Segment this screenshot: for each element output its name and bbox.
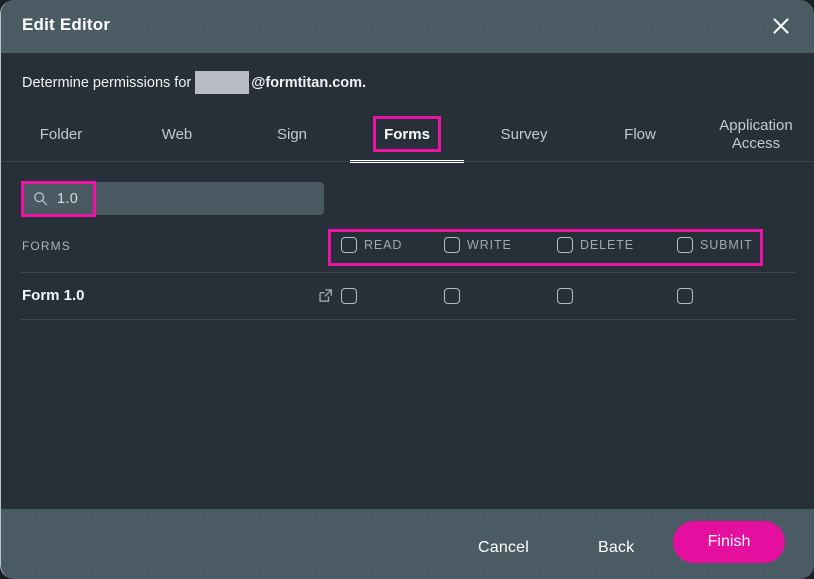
tab-web[interactable]: Web [123,108,231,161]
close-icon[interactable] [767,12,795,40]
permissions-subtitle: Determine permissions for @formtitan.com… [22,71,366,94]
column-header-delete[interactable]: DELETE [557,237,634,253]
tab-forms[interactable]: Forms [353,108,461,161]
divider-below-row [21,319,795,320]
section-label-forms: FORMS [22,239,71,253]
column-header-write-label: WRITE [467,238,512,252]
tab-flow-label: Flow [624,125,656,143]
tab-survey[interactable]: Survey [470,108,578,161]
cancel-button[interactable]: Cancel [478,539,529,557]
tab-folder-label: Folder [39,125,83,143]
search-input[interactable]: 1.0 [21,182,324,215]
back-button[interactable]: Back [598,539,634,557]
checkbox-column-write[interactable] [444,237,460,253]
edit-editor-dialog: Edit Editor Determine permissions for @f… [0,0,814,579]
permissions-header-row: FORMS READ WRITE DELETE SUBMIT [1,229,814,266]
column-header-delete-label: DELETE [580,238,635,252]
tab-application-access-label: Application Access [719,116,793,152]
table-row: Form 1.0 [1,277,814,317]
tab-forms-label: Forms [384,125,430,143]
column-header-read[interactable]: READ [341,237,402,253]
dialog-titlebar: Edit Editor [1,0,814,53]
dialog-title: Edit Editor [22,15,111,34]
subtitle-domain: @formtitan.com. [251,74,367,91]
checkbox-row-delete[interactable] [557,288,573,304]
external-link-icon[interactable] [318,288,333,303]
column-header-submit[interactable]: SUBMIT [677,237,753,253]
redacted-username [195,71,250,94]
column-header-submit-label: SUBMIT [700,238,753,252]
checkbox-row-submit[interactable] [677,288,693,304]
form-name: Form 1.0 [22,287,85,304]
tab-application-access[interactable]: Application Access [701,108,811,161]
subtitle-prefix: Determine permissions for [22,74,192,91]
column-header-read-label: READ [364,238,403,252]
checkbox-column-read[interactable] [341,237,357,253]
divider-above-row [21,272,795,273]
tab-survey-label: Survey [500,125,548,143]
column-header-write[interactable]: WRITE [444,237,512,253]
search-input-value: 1.0 [57,190,79,207]
tab-folder[interactable]: Folder [7,108,115,161]
search-icon [34,192,48,206]
checkbox-row-write[interactable] [444,288,460,304]
tab-sign-label: Sign [276,125,308,143]
tab-sign[interactable]: Sign [238,108,346,161]
close-glyph [773,18,789,34]
checkbox-row-read[interactable] [341,288,357,304]
tab-bar-divider [1,161,814,162]
finish-button[interactable]: Finish [673,521,785,563]
tab-flow[interactable]: Flow [586,108,694,161]
checkbox-column-delete[interactable] [557,237,573,253]
tab-bar: Folder Web Sign Forms Survey Flow Applic… [1,108,814,163]
tab-web-label: Web [161,125,193,143]
checkbox-column-submit[interactable] [677,237,693,253]
